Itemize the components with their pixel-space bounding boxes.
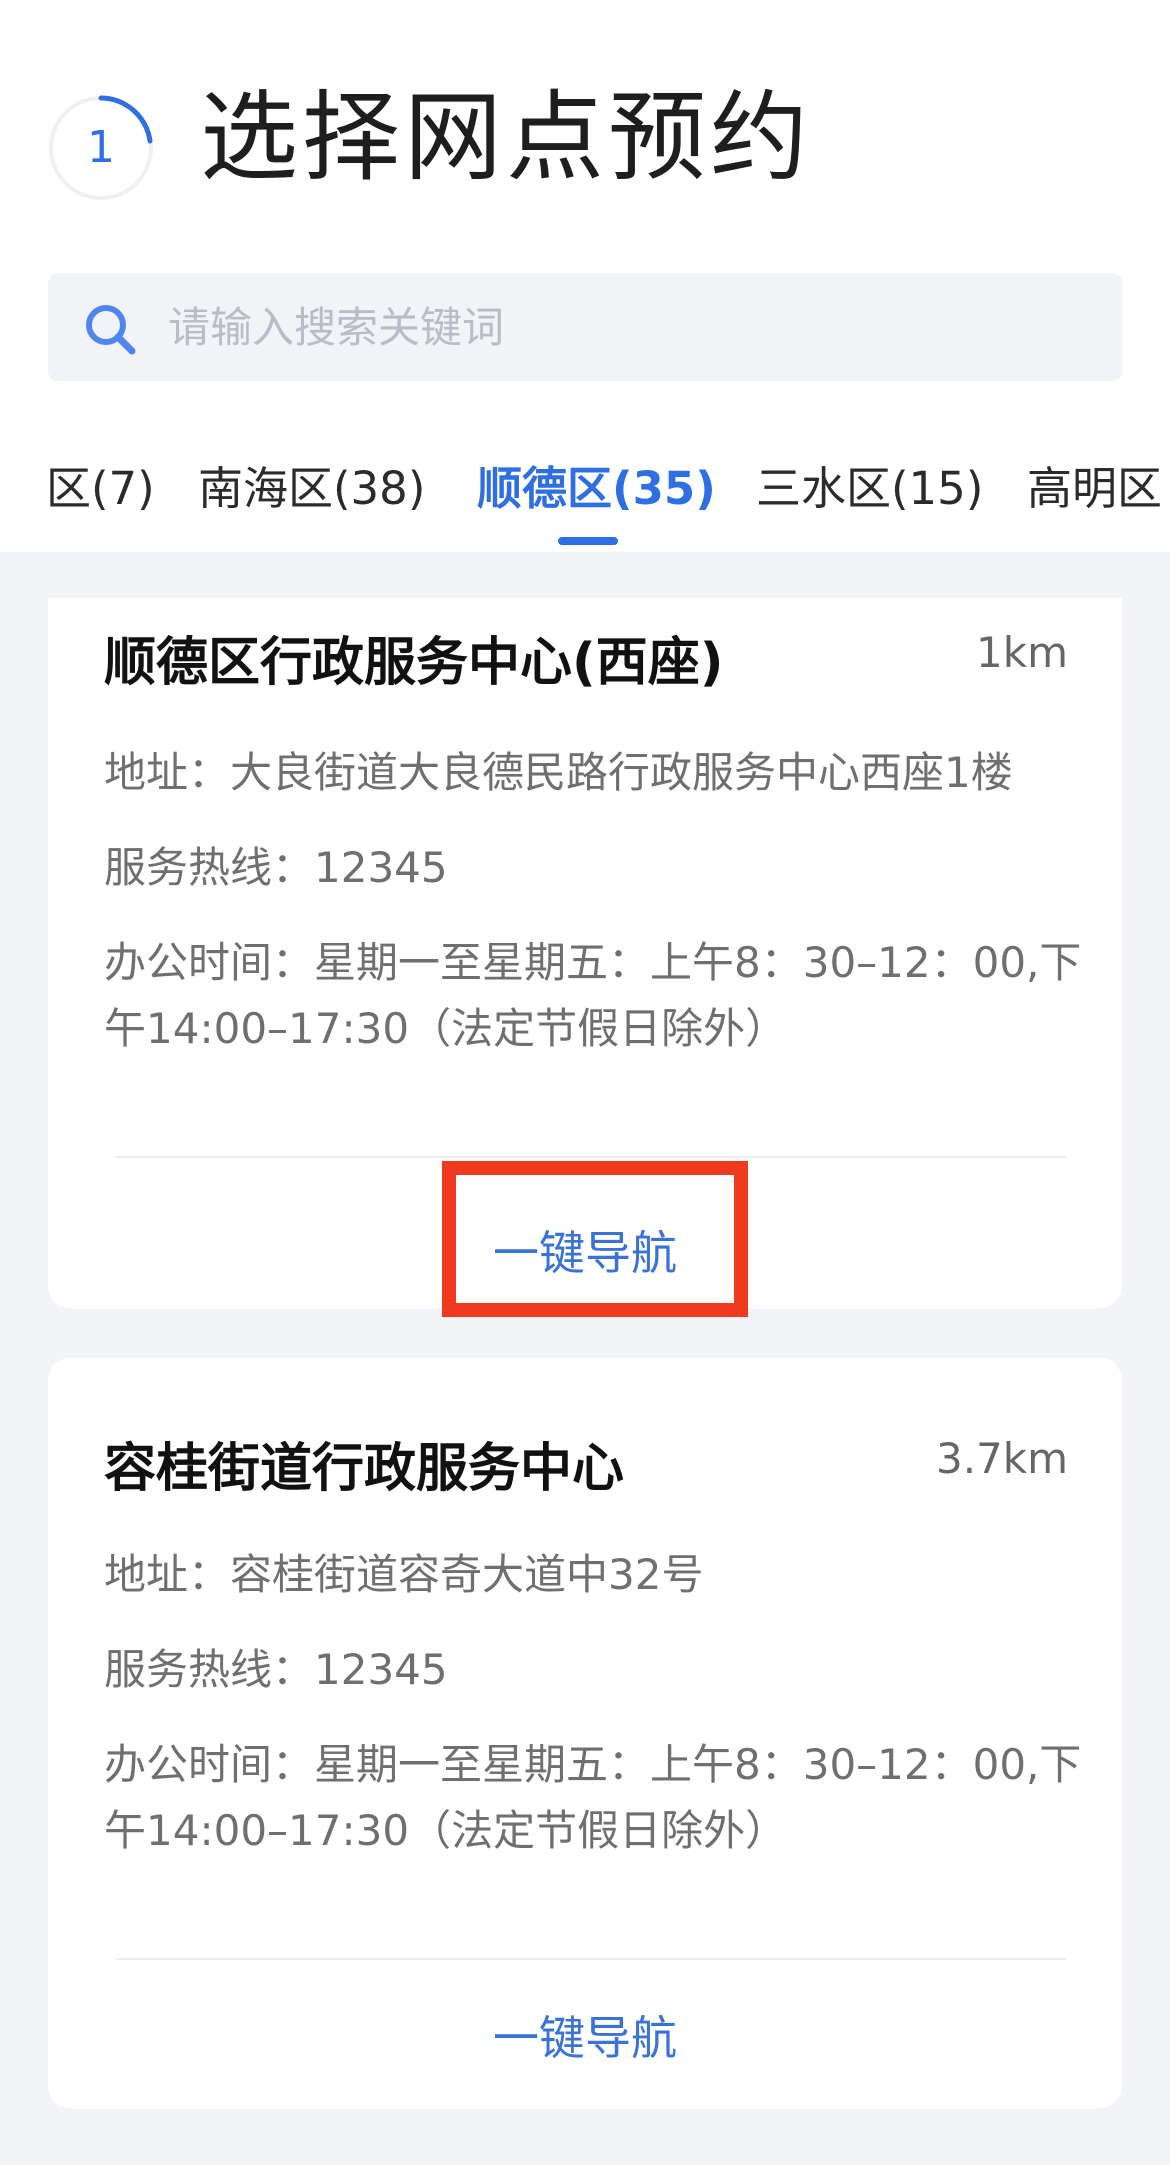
- card-hours: 办公时间：星期一至星期五：上午8：30–12：00,下午14:00–17:30（…: [104, 1740, 1082, 1855]
- tab-nanhai[interactable]: 南海区(38): [198, 455, 425, 535]
- card-distance: 3.7km: [935, 1434, 1068, 1483]
- search-icon: [86, 305, 136, 355]
- page-title: 选择网点预约: [200, 81, 813, 195]
- card-divider: [116, 1958, 1066, 1960]
- step-indicator: 1: [46, 93, 156, 203]
- card-address: 地址：容桂街道容奇大道中32号: [104, 1550, 704, 1599]
- district-tabs: 区(7) 南海区(38) 顺德区(35) 三水区(15) 高明区: [0, 455, 1170, 552]
- card-title: 顺德区行政服务中心(西座): [104, 633, 724, 693]
- card-hotline: 服务热线：12345: [104, 1645, 448, 1694]
- card-divider: [116, 1156, 1066, 1158]
- card-distance: 1km: [976, 628, 1068, 677]
- search-input[interactable]: [168, 273, 1068, 381]
- card-hotline: 服务热线：12345: [104, 843, 448, 892]
- card-hours: 办公时间：星期一至星期五：上午8：30–12：00,下午14:00–17:30（…: [104, 938, 1082, 1053]
- header-panel: 1 选择网点预约 区(7) 南海区(38) 顺德区(35) 三水区(15) 高明…: [0, 0, 1170, 552]
- tab-gaoming[interactable]: 高明区: [1027, 455, 1162, 535]
- tab-district-partial[interactable]: 区(7): [46, 455, 155, 535]
- step-number: 1: [87, 122, 115, 173]
- search-bar[interactable]: [48, 273, 1122, 381]
- card-title: 容桂街道行政服务中心: [104, 1439, 625, 1499]
- navigate-button[interactable]: 一键导航: [48, 1988, 1122, 2088]
- card-address: 地址：大良街道大良德民路行政服务中心西座1楼: [104, 748, 1013, 797]
- service-center-card[interactable]: 容桂街道行政服务中心 3.7km 地址：容桂街道容奇大道中32号 服务热线：12…: [48, 1358, 1122, 2108]
- tab-sanshui[interactable]: 三水区(15): [756, 455, 983, 535]
- tab-shunde[interactable]: 顺德区(35): [477, 455, 716, 535]
- active-tab-indicator: [558, 537, 618, 545]
- highlight-annotation-box: [442, 1161, 748, 1317]
